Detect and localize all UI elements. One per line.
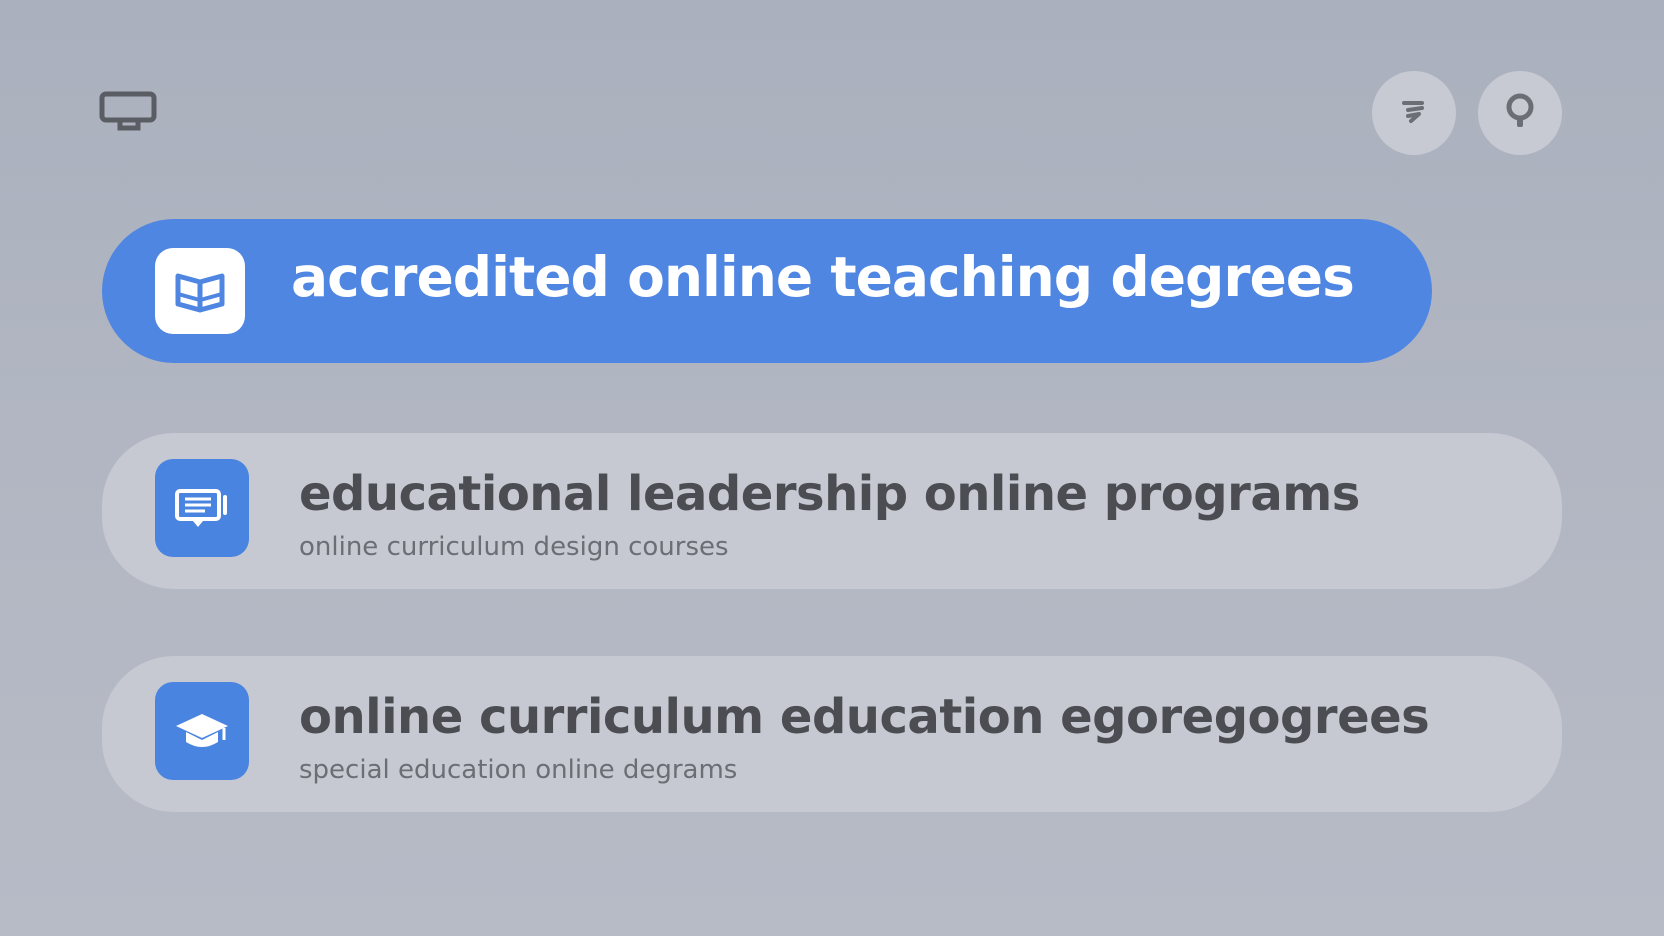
graduation-cap-icon	[155, 682, 249, 780]
search-icon	[1502, 91, 1538, 135]
voice-button[interactable]	[1372, 71, 1456, 155]
suggestion-row-2[interactable]: educational leadership online programs o…	[102, 433, 1562, 589]
suggestion-subtitle: special education online degrams	[299, 755, 738, 785]
suggestion-subtitle: online curriculum design courses	[299, 532, 729, 562]
suggestion-row-3[interactable]: online curriculum education egoregogrees…	[102, 656, 1562, 812]
suggestion-row-1[interactable]: accredited online teaching degrees	[102, 219, 1432, 363]
suggestion-title: educational leadership online programs	[299, 466, 1360, 522]
presentation-board-icon	[155, 459, 249, 557]
voice-icon	[1397, 94, 1431, 132]
search-button[interactable]	[1478, 71, 1562, 155]
suggestion-title: online curriculum education egoregogrees	[299, 689, 1430, 745]
suggestion-title: accredited online teaching degrees	[291, 245, 1355, 309]
tv-icon	[98, 90, 160, 136]
open-book-icon	[155, 248, 245, 334]
